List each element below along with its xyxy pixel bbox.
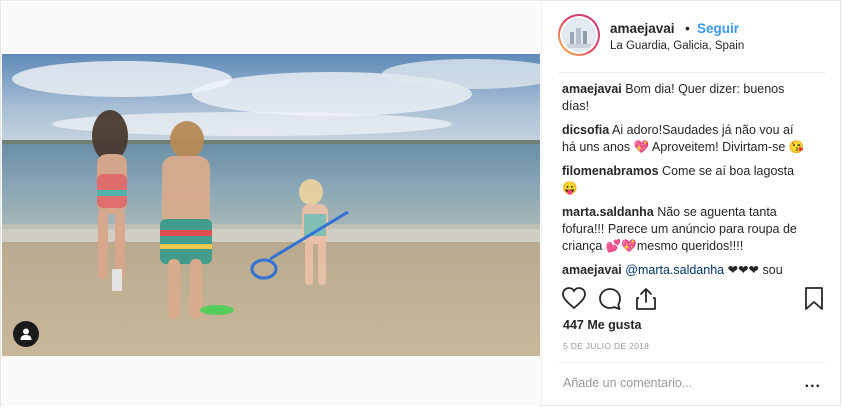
comment-mention[interactable]: @marta.saldanha [625, 263, 724, 277]
likes-count[interactable]: 447 Me gusta [563, 318, 642, 332]
comment-text: ❤❤❤ sou [724, 263, 783, 277]
action-bar [562, 287, 826, 313]
comment-item: filomenabramos Come se aí boa lagosta 😛 [562, 163, 822, 197]
more-options-button[interactable]: ... [805, 374, 821, 392]
comment-item: amaejavai @marta.saldanha ❤❤❤ sou [562, 262, 822, 277]
add-comment-input[interactable]: Añade un comentario... [563, 376, 692, 390]
header-username[interactable]: amaejavai [610, 21, 675, 36]
avatar[interactable] [558, 14, 600, 56]
comment-username[interactable]: marta.saldanha [562, 205, 654, 219]
comment-item: dicsofia Ai adoro!Saudades já não vou aí… [562, 122, 822, 156]
user-tag-icon [20, 328, 32, 340]
divider [558, 362, 826, 363]
user-tag-button[interactable] [13, 321, 39, 347]
bookmark-icon[interactable] [804, 287, 824, 311]
post-photo[interactable] [2, 54, 540, 356]
comment-icon[interactable] [598, 287, 622, 311]
comment-username[interactable]: amaejavai [562, 82, 622, 96]
post-media [2, 2, 540, 406]
post-header: amaejavai • Seguir La Guardia, Galicia, … [542, 2, 842, 72]
beach-photo [2, 54, 540, 356]
comment-username[interactable]: amaejavai [562, 263, 622, 277]
heart-icon[interactable] [562, 287, 586, 309]
comment-username[interactable]: dicsofia [562, 123, 609, 137]
comments-list: amaejavai Bom dia! Quer dizer: buenos dí… [562, 81, 822, 277]
follow-button[interactable]: Seguir [697, 21, 739, 36]
post-dialog: amaejavai • Seguir La Guardia, Galicia, … [0, 0, 841, 406]
comment-item: amaejavai Bom dia! Quer dizer: buenos dí… [562, 81, 822, 115]
post-sidebar: amaejavai • Seguir La Guardia, Galicia, … [541, 2, 841, 406]
comment-item: marta.saldanha Não se aguenta tanta fofu… [562, 204, 822, 255]
header-separator: • [685, 20, 690, 36]
avatar-image [562, 18, 596, 52]
share-icon[interactable] [635, 287, 657, 311]
post-date[interactable]: 5 DE JULIO DE 2018 [563, 341, 649, 351]
location-link[interactable]: La Guardia, Galicia, Spain [610, 40, 744, 52]
divider [558, 72, 826, 73]
comment-username[interactable]: filomenabramos [562, 164, 659, 178]
